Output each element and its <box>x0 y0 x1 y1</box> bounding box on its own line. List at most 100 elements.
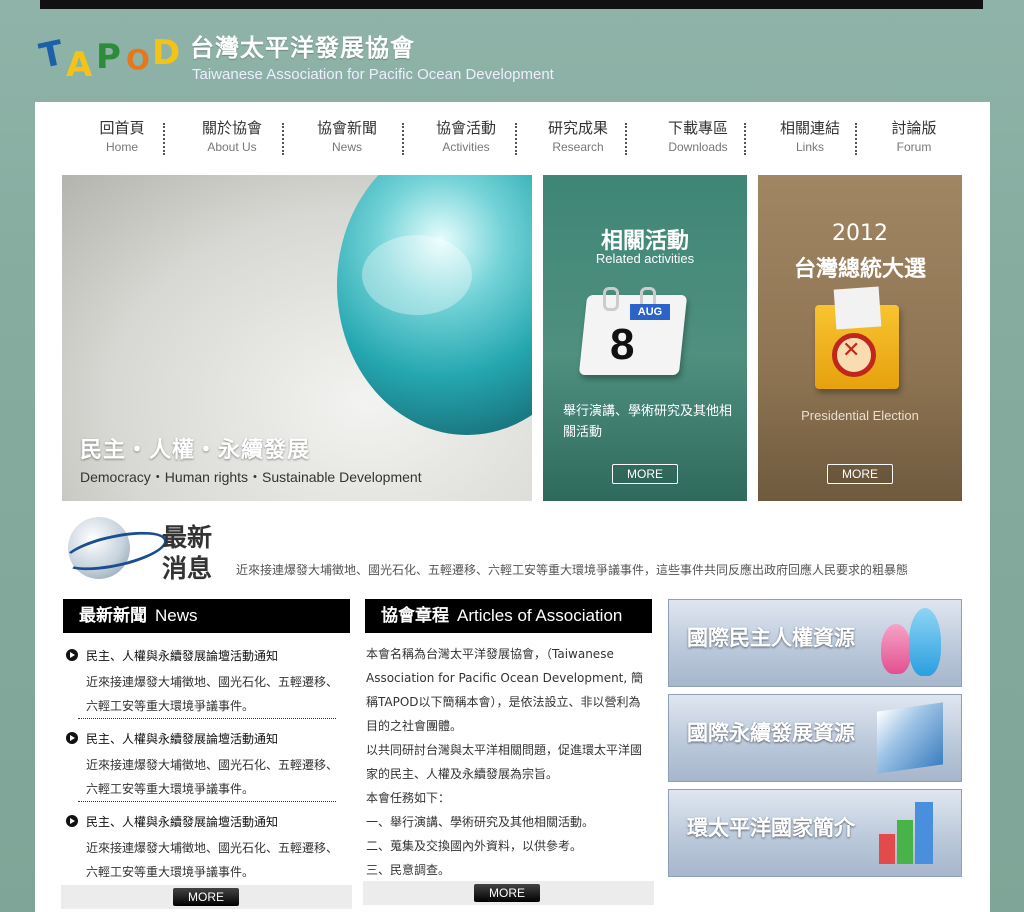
nav-label-zh: 回首頁 <box>99 119 145 137</box>
nav-label-zh: 下載專區 <box>667 119 728 137</box>
logo-letter-o: O <box>126 43 150 76</box>
news-heading-zh: 最新新聞 <box>79 606 147 626</box>
vote-mark-icon: ✕ <box>842 338 861 363</box>
articles-heading-en: Articles of Association <box>457 606 623 625</box>
news-item-body: 近來接連爆發大埔徵地、國光石化、五輕遷移、六輕工安等重大環境爭議事件。 <box>86 758 339 796</box>
articles-paragraph: 本會名稱為台灣太平洋發展協會，（Taiwanese Association fo… <box>366 647 644 733</box>
nav-label-en: Home <box>105 140 138 154</box>
election-card-subtitle: Presidential Election <box>801 408 919 423</box>
news-item-body: 近來接連爆發大埔徵地、國光石化、五輕遷移、六輕工安等重大環境爭議事件。 <box>86 675 339 713</box>
hero-subtitle: Democracy・Human rights・Sustainable Devel… <box>80 469 422 485</box>
logo-letter-d: D <box>152 33 181 73</box>
articles-more-button[interactable]: MORE <box>474 884 540 902</box>
nav-forum[interactable]: 討論版 Forum <box>859 117 969 154</box>
nav-label-zh: 關於協會 <box>201 119 262 137</box>
site-subtitle: Taiwanese Association for Pacific Ocean … <box>192 66 554 83</box>
nav-label-en: Downloads <box>668 140 728 154</box>
nav-separator <box>625 123 627 155</box>
articles-section-header: 協會章程 Articles of Association <box>365 599 652 633</box>
bullet-arrow-icon <box>66 815 78 827</box>
logo-letter-p: P <box>96 37 121 77</box>
nav-label-zh: 協會新聞 <box>316 119 377 137</box>
nav-about[interactable]: 關於協會 About Us <box>177 117 287 154</box>
nav-separator <box>163 123 165 155</box>
nav-label-en: News <box>331 140 362 154</box>
person-blue-icon <box>909 608 941 676</box>
articles-paragraph: 二、蒐集及交換國內外資料，以供參考。 <box>366 839 583 853</box>
resource-label: 國際永續發展資源 <box>687 721 855 745</box>
nav-label-en: About Us <box>207 140 257 154</box>
nav-separator <box>402 123 404 155</box>
calendar-day: 8 <box>610 320 635 369</box>
news-section-header: 最新新聞 News <box>63 599 350 633</box>
nav-label-zh: 研究成果 <box>547 119 608 137</box>
logo-letter-t: T <box>36 33 68 77</box>
nav-separator <box>515 123 517 155</box>
news-more-button[interactable]: MORE <box>173 888 239 906</box>
resource-label: 環太平洋國家簡介 <box>687 816 855 840</box>
election-card-year: 2012 <box>832 221 888 246</box>
news-heading-en: News <box>155 606 198 625</box>
articles-heading-zh: 協會章程 <box>381 606 449 626</box>
nav-label-en: Links <box>795 140 824 154</box>
nav-home[interactable]: 回首頁 Home <box>67 117 177 154</box>
articles-paragraph: 以共同研討台灣與太平洋相關問題，促進環太平洋國家的民主、人權及永續發展為宗旨。 <box>366 743 643 781</box>
news-list-item[interactable]: 民主、人權與永續發展論壇活動通知 近來接連爆發大埔徵地、國光石化、五輕遷移、六輕… <box>66 730 346 801</box>
news-item-body: 近來接連爆發大埔徵地、國光石化、五輕遷移、六輕工安等重大環境爭議事件。 <box>86 841 339 879</box>
news-item-title-text: 民主、人權與永續發展論壇活動通知 <box>86 649 279 663</box>
resource-label: 國際民主人權資源 <box>687 626 855 650</box>
person-pink-icon <box>881 624 911 674</box>
news-list-item[interactable]: 民主、人權與永續發展論壇活動通知 近來接連爆發大埔徵地、國光石化、五輕遷移、六輕… <box>66 647 346 718</box>
bullet-arrow-icon <box>66 732 78 744</box>
news-ticker[interactable]: 近來接連爆發大埔徵地、國光石化、五輕遷移、六輕工安等重大環境爭議事件，這些事件共… <box>236 561 962 578</box>
news-item-title[interactable]: 民主、人權與永續發展論壇活動通知 <box>66 813 346 830</box>
world-map-icon <box>877 702 943 774</box>
news-item-title-text: 民主、人權與永續發展論壇活動通知 <box>86 732 279 746</box>
site-title: 台灣太平洋發展協會 <box>190 33 415 62</box>
activities-card-description: 舉行演講、學術研究及其他相關活動 <box>563 404 733 440</box>
calendar-ring <box>603 287 619 311</box>
calendar-month: AUG <box>630 304 670 320</box>
nav-label-zh: 討論版 <box>891 119 937 137</box>
news-item-title[interactable]: 民主、人權與永續發展論壇活動通知 <box>66 647 346 664</box>
site-logo[interactable]: T A P O D <box>36 28 190 88</box>
nav-label-zh: 相關連結 <box>779 119 840 137</box>
bar-chart-icon <box>879 834 895 864</box>
resource-pacific-countries[interactable]: 環太平洋國家簡介 <box>668 789 962 877</box>
resource-sustainable[interactable]: 國際永續發展資源 <box>668 694 962 782</box>
nav-downloads[interactable]: 下載專區 Downloads <box>643 117 753 154</box>
nav-research[interactable]: 研究成果 Research <box>523 117 633 154</box>
nav-separator <box>282 123 284 155</box>
nav-label-en: Research <box>552 140 604 154</box>
nav-label-en: Activities <box>442 140 490 154</box>
articles-text: 本會名稱為台灣太平洋發展協會，（Taiwanese Association fo… <box>366 642 651 882</box>
nav-activities[interactable]: 協會活動 Activities <box>411 117 521 154</box>
election-card-title: 台灣總統大選 <box>793 257 926 282</box>
articles-paragraph: 本會任務如下： <box>366 791 451 805</box>
news-divider <box>78 718 336 719</box>
hero-title: 民主・人權・永續發展 <box>80 438 311 463</box>
articles-paragraph: 三、民意調查。 <box>366 863 451 877</box>
top-bar <box>40 0 983 9</box>
news-list-item[interactable]: 民主、人權與永續發展論壇活動通知 近來接連爆發大埔徵地、國光石化、五輕遷移、六輕… <box>66 813 346 884</box>
nav-label-zh: 協會活動 <box>435 119 496 137</box>
activities-more-button[interactable]: MORE <box>612 464 678 484</box>
news-item-title-text: 民主、人權與永續發展論壇活動通知 <box>86 815 279 829</box>
globe-highlight <box>362 235 472 315</box>
nav-links[interactable]: 相關連結 Links <box>755 117 865 154</box>
nav-news[interactable]: 協會新聞 News <box>292 117 402 154</box>
bullet-arrow-icon <box>66 649 78 661</box>
bar-chart-icon <box>915 802 933 864</box>
activities-card-subtitle: Related activities <box>595 251 695 266</box>
logo-letter-a: A <box>66 45 93 85</box>
nav-label-en: Forum <box>896 140 932 154</box>
nav-separator <box>744 123 746 155</box>
news-item-title[interactable]: 民主、人權與永續發展論壇活動通知 <box>66 730 346 747</box>
election-more-button[interactable]: MORE <box>827 464 893 484</box>
articles-paragraph: 一、舉行演講、學術研究及其他相關活動。 <box>366 815 595 829</box>
latest-label-line2: 消息 <box>162 554 213 583</box>
resource-human-rights[interactable]: 國際民主人權資源 <box>668 599 962 687</box>
nav-separator <box>855 123 857 155</box>
bar-chart-icon <box>897 820 913 864</box>
news-divider <box>78 801 336 802</box>
